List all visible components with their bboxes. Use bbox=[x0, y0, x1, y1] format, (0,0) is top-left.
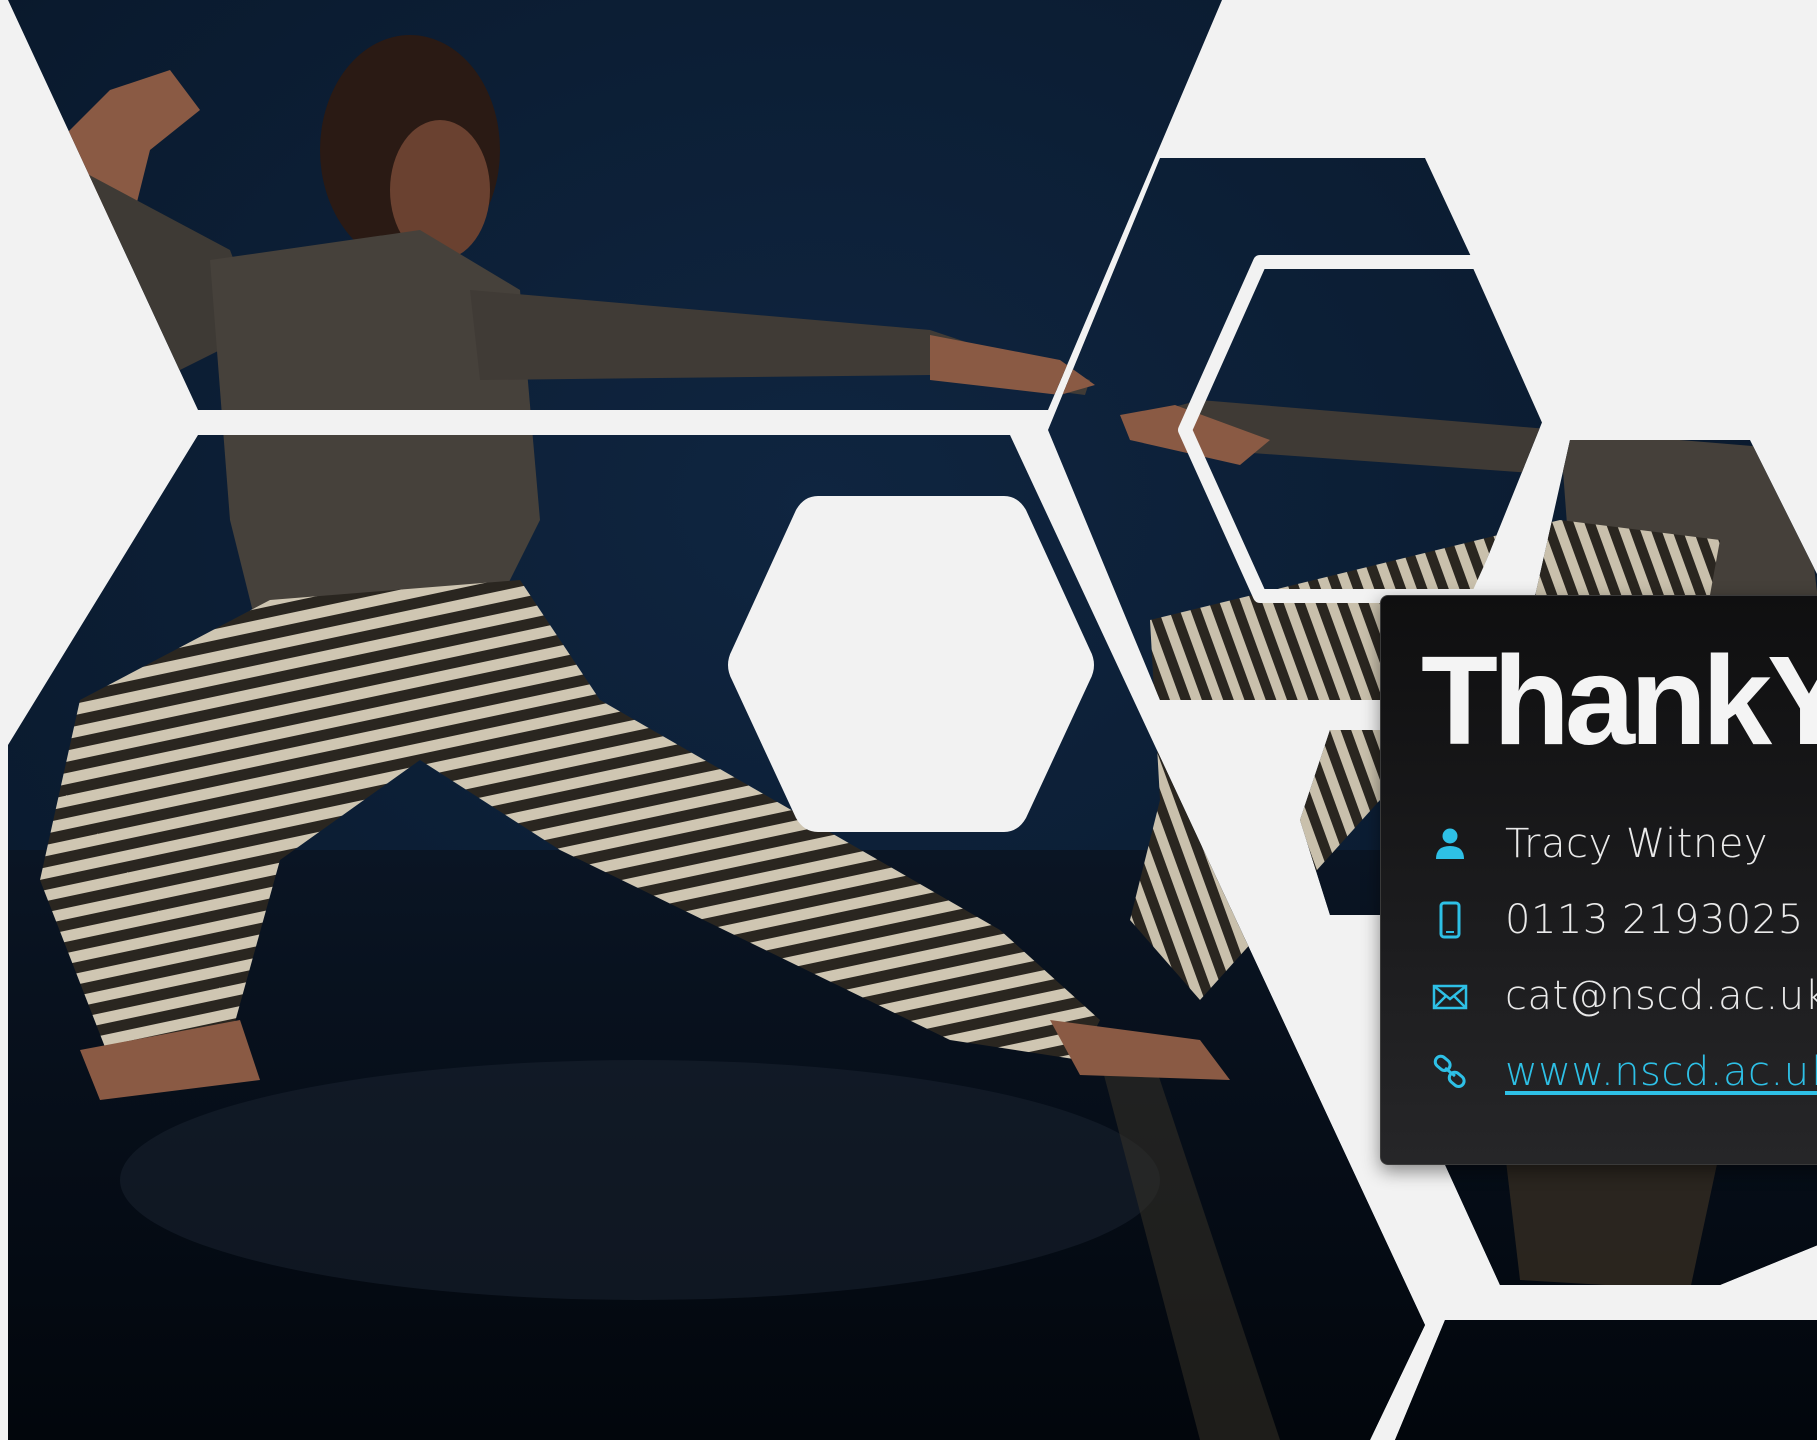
contact-name-row: Tracy Witney bbox=[1431, 806, 1817, 882]
contact-email[interactable]: cat@nscd.ac.uk bbox=[1505, 973, 1817, 1019]
contact-name: Tracy Witney bbox=[1505, 821, 1768, 867]
website-link[interactable]: www.nscd.ac.uk bbox=[1505, 1049, 1817, 1095]
contact-list: Tracy Witney 0113 2193025 cat@nscd.ac.uk… bbox=[1431, 806, 1817, 1110]
contact-phone: 0113 2193025 bbox=[1505, 897, 1804, 943]
link-icon bbox=[1431, 1053, 1469, 1091]
contact-website-row: www.nscd.ac.uk bbox=[1431, 1034, 1817, 1110]
thank-you-contact-card: ThankYou Tracy Witney 0113 2193025 cat@n… bbox=[1380, 595, 1817, 1165]
person-icon bbox=[1431, 825, 1469, 863]
mobile-phone-icon bbox=[1431, 901, 1469, 939]
contact-phone-row: 0113 2193025 bbox=[1431, 882, 1817, 958]
envelope-icon bbox=[1431, 977, 1469, 1015]
blank-hexagon-tile bbox=[728, 496, 1094, 832]
thank-you-title: ThankYou bbox=[1421, 630, 1817, 771]
contact-email-row: cat@nscd.ac.uk bbox=[1431, 958, 1817, 1034]
